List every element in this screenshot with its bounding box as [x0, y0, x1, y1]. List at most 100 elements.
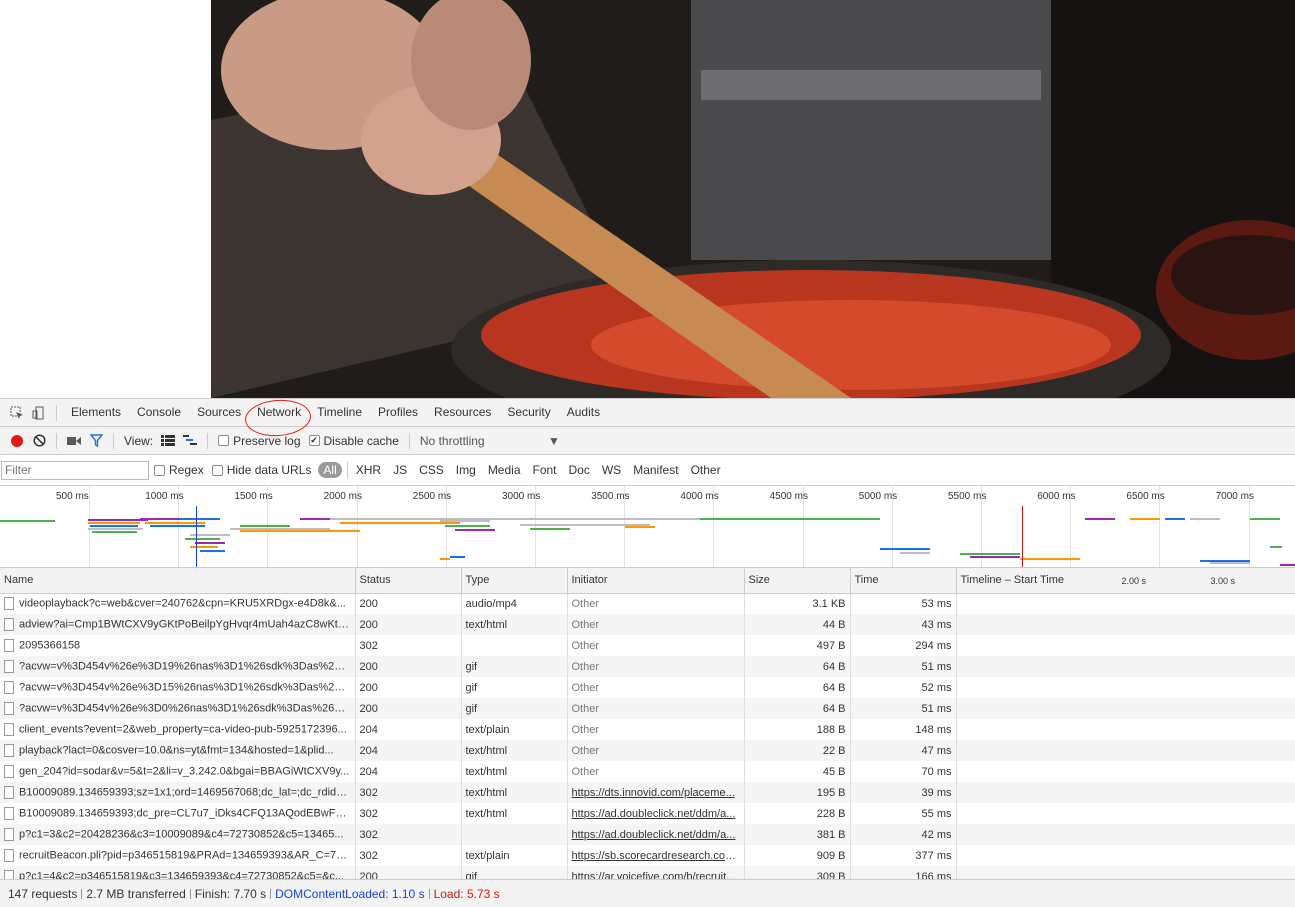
tab-network[interactable]: Network [243, 397, 313, 439]
timeline-cell [956, 803, 1295, 824]
column-size[interactable]: Size [744, 568, 851, 594]
table-row[interactable]: client_events?event=2&web_property=ca-vi… [0, 719, 1295, 740]
table-row[interactable]: B10009089.134659393;dc_pre=CL7u7_iDks4CF… [0, 803, 1295, 824]
request-name-cell[interactable]: 2095366158 [0, 635, 356, 656]
filter-type-ws[interactable]: WS [596, 463, 627, 477]
throttling-select[interactable]: No throttling ▼ [420, 434, 560, 448]
table-row[interactable]: adview?ai=Cmp1BWtCXV9yGKtPoBeilpYgHvqr4m… [0, 614, 1295, 635]
table-row[interactable]: p?c1=3&c2=20428236&c3=10009089&c4=727308… [0, 824, 1295, 845]
network-overview[interactable]: 500 ms 1000 ms 1500 ms 2000 ms 2500 ms 3000 m… [0, 486, 1295, 568]
status-cell: 200 [355, 614, 462, 635]
table-row[interactable]: videoplayback?c=web&cver=240762&cpn=KRU5… [0, 593, 1295, 614]
type-cell [461, 635, 568, 656]
filter-type-js[interactable]: JS [387, 463, 413, 477]
request-name-cell[interactable]: ?acvw=v%3D454v%26e%3D0%26nas%3D1%26sdk%3… [0, 698, 356, 719]
initiator-cell[interactable]: https://dts.innovid.com/placeme... [567, 782, 745, 803]
filter-type-other[interactable]: Other [685, 463, 727, 477]
device-mode-icon[interactable] [28, 402, 50, 424]
tab-timeline[interactable]: Timeline [309, 399, 370, 426]
filter-type-css[interactable]: CSS [413, 463, 450, 477]
tab-sources[interactable]: Sources [189, 399, 249, 426]
table-row[interactable]: 2095366158 302 Other 497 B 294 ms [0, 635, 1295, 656]
disable-cache-checkbox[interactable]: ✔ Disable cache [308, 434, 399, 448]
filter-input[interactable] [1, 460, 149, 480]
table-row[interactable]: ?acvw=v%3D454v%26e%3D0%26nas%3D1%26sdk%3… [0, 698, 1295, 719]
type-cell: audio/mp4 [461, 593, 568, 614]
initiator-cell[interactable]: https://ar.voicefive.com/b/recruit... [567, 866, 745, 880]
preserve-log-checkbox[interactable]: Preserve log [218, 434, 301, 448]
table-row[interactable]: gen_204?id=sodar&v=5&t=2&li=v_3.242.0&bg… [0, 761, 1295, 782]
devtools-tabbar: Elements Console Sources Network Timelin… [0, 397, 1295, 439]
request-name-cell[interactable]: recruitBeacon.pli?pid=p346515819&PRAd=13… [0, 845, 356, 866]
tab-audits[interactable]: Audits [559, 399, 608, 426]
type-cell: text/html [461, 782, 568, 803]
filter-type-manifest[interactable]: Manifest [627, 463, 684, 477]
table-row[interactable]: recruitBeacon.pli?pid=p346515819&PRAd=13… [0, 845, 1295, 866]
request-name-cell[interactable]: ?acvw=v%3D454v%26e%3D19%26nas%3D1%26sdk%… [0, 656, 356, 677]
table-row[interactable]: ?acvw=v%3D454v%26e%3D15%26nas%3D1%26sdk%… [0, 677, 1295, 698]
timeline-cell [956, 782, 1295, 803]
request-name-cell[interactable]: p?c1=3&c2=20428236&c3=10009089&c4=727308… [0, 824, 356, 845]
timeline-cell [956, 845, 1295, 866]
network-status-bar: 147 requests 2.7 MB transferred Finish: … [0, 879, 1295, 907]
load-time: Load: 5.73 s [433, 886, 500, 901]
request-name-cell[interactable]: adview?ai=Cmp1BWtCXV9yGKtPoBeilpYgHvqr4m… [0, 614, 356, 635]
video-player[interactable] [211, 0, 1295, 398]
request-name-cell[interactable]: p?c1=4&c2=p346515819&c3=134659393&c4=727… [0, 866, 356, 880]
overview-request-bar [1165, 518, 1185, 520]
type-cell: gif [461, 677, 568, 698]
request-name-cell[interactable]: ?acvw=v%3D454v%26e%3D15%26nas%3D1%26sdk%… [0, 677, 356, 698]
record-button[interactable] [11, 434, 23, 447]
column-initiator[interactable]: Initiator [567, 568, 745, 594]
table-row[interactable]: B10009089.134659393;sz=1x1;ord=146956706… [0, 782, 1295, 803]
initiator-cell[interactable]: https://sb.scorecardresearch.com... [567, 845, 745, 866]
request-name-cell[interactable]: B10009089.134659393;sz=1x1;ord=146956706… [0, 782, 356, 803]
request-name-cell[interactable]: videoplayback?c=web&cver=240762&cpn=KRU5… [0, 593, 356, 614]
column-name[interactable]: Name [0, 568, 356, 594]
tab-security[interactable]: Security [499, 399, 558, 426]
status-cell: 204 [355, 740, 462, 761]
request-name-cell[interactable]: client_events?event=2&web_property=ca-vi… [0, 719, 356, 740]
screenshot-capture-icon[interactable] [63, 430, 85, 452]
toolbar-divider [408, 432, 410, 449]
filter-type-font[interactable]: Font [527, 463, 563, 477]
tab-elements[interactable]: Elements [63, 399, 129, 426]
column-time[interactable]: Time [850, 568, 957, 594]
filter-type-media[interactable]: Media [482, 463, 527, 477]
inspect-element-icon[interactable] [6, 402, 28, 424]
table-row[interactable]: p?c1=4&c2=p346515819&c3=134659393&c4=727… [0, 866, 1295, 880]
list-view-icon[interactable] [157, 430, 179, 452]
file-icon [4, 849, 14, 862]
tab-console[interactable]: Console [129, 399, 189, 426]
type-cell: gif [461, 866, 568, 880]
clear-icon[interactable] [28, 430, 50, 452]
initiator-cell[interactable]: https://ad.doubleclick.net/ddm/a... [567, 803, 745, 824]
overview-request-bar [330, 518, 710, 520]
table-row[interactable]: ?acvw=v%3D454v%26e%3D19%26nas%3D1%26sdk%… [0, 656, 1295, 677]
filter-type-doc[interactable]: Doc [563, 463, 596, 477]
overview-request-bar [92, 531, 137, 533]
filter-icon[interactable] [85, 430, 107, 452]
tab-resources[interactable]: Resources [426, 399, 499, 426]
filter-type-all[interactable]: All [318, 462, 342, 478]
waterfall-view-icon[interactable] [179, 430, 201, 452]
time-cell: 52 ms [850, 677, 957, 698]
column-type[interactable]: Type [461, 568, 568, 594]
timeline-cell [956, 719, 1295, 740]
column-status[interactable]: Status [355, 568, 462, 594]
request-name-cell[interactable]: gen_204?id=sodar&v=5&t=2&li=v_3.242.0&bg… [0, 761, 356, 782]
tab-profiles[interactable]: Profiles [370, 399, 426, 426]
regex-checkbox[interactable]: Regex [154, 463, 204, 477]
filter-type-xhr[interactable]: XHR [350, 463, 387, 477]
file-icon [4, 723, 14, 736]
overview-tick-label: 3500 ms [591, 491, 630, 502]
time-cell: 377 ms [850, 845, 957, 866]
table-row[interactable]: playback?lact=0&cosver=10.0&ns=yt&fmt=13… [0, 740, 1295, 761]
type-cell [461, 824, 568, 845]
filter-type-img[interactable]: Img [450, 463, 482, 477]
request-name-cell[interactable]: playback?lact=0&cosver=10.0&ns=yt&fmt=13… [0, 740, 356, 761]
hide-data-urls-checkbox[interactable]: Hide data URLs [211, 463, 311, 477]
request-name-cell[interactable]: B10009089.134659393;dc_pre=CL7u7_iDks4CF… [0, 803, 356, 824]
initiator-cell[interactable]: https://ad.doubleclick.net/ddm/a... [567, 824, 745, 845]
column-timeline[interactable]: Timeline – Start Time 2.00 s 3.00 s [956, 568, 1295, 594]
